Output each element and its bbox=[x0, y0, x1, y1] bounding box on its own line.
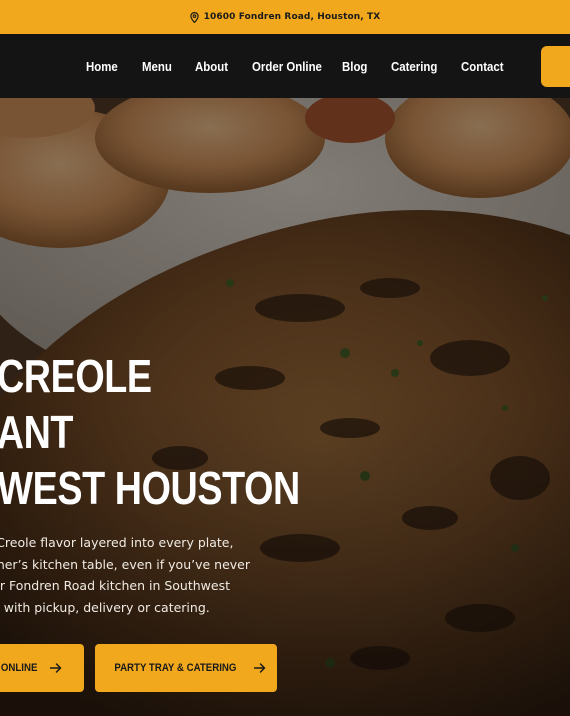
nav-contact[interactable]: Contact bbox=[461, 59, 504, 75]
hero-headline-line-1: CREOLE bbox=[0, 350, 152, 402]
hero-description: d Creole flavor layered into every plate… bbox=[0, 532, 250, 618]
party-tray-catering-button-label: PARTY TRAY & CATERING bbox=[114, 662, 237, 674]
nav-home[interactable]: Home bbox=[86, 59, 118, 75]
hero-description-line: our Fondren Road kitchen in Southwest bbox=[0, 578, 231, 593]
address-link[interactable]: 10600 Fondren Road, Houston, TX bbox=[189, 11, 381, 23]
arrow-right-icon bbox=[50, 663, 62, 673]
address-text: 10600 Fondren Road, Houston, TX bbox=[203, 12, 381, 22]
hero-headline-line-2: ANT bbox=[0, 406, 73, 458]
nav-menu-link[interactable]: Menu bbox=[142, 59, 172, 75]
hero-description-line: d Creole flavor layered into every plate… bbox=[0, 535, 234, 550]
order-online-button-label: R ONLINE bbox=[0, 662, 38, 674]
hero-description-line: other’s kitchen table, even if you’ve ne… bbox=[0, 556, 250, 572]
nav-cta-button[interactable] bbox=[541, 46, 570, 87]
nav-blog[interactable]: Blog bbox=[342, 59, 367, 75]
page: 10600 Fondren Road, Houston, TX Home Men… bbox=[0, 0, 570, 716]
hero-dark-overlay bbox=[0, 98, 570, 716]
map-pin-icon bbox=[189, 11, 199, 23]
party-tray-catering-button[interactable]: PARTY TRAY & CATERING bbox=[95, 644, 277, 692]
nav-about[interactable]: About bbox=[195, 59, 228, 75]
order-online-button[interactable]: R ONLINE bbox=[0, 644, 84, 692]
hero-description-line: ou with pickup, delivery or catering. bbox=[0, 599, 210, 615]
top-announcement-bar: 10600 Fondren Road, Houston, TX bbox=[0, 0, 570, 34]
hero-headline-line-3: WEST HOUSTON bbox=[0, 462, 300, 514]
main-navigation: Home Menu About Order Online Blog Cateri… bbox=[0, 34, 570, 98]
nav-order-online[interactable]: Order Online bbox=[252, 59, 322, 75]
nav-catering[interactable]: Catering bbox=[391, 59, 437, 75]
nav-menu: Home Menu About Order Online Blog Cateri… bbox=[0, 34, 570, 98]
arrow-right-icon bbox=[253, 663, 266, 673]
hero-section: CREOLE ANT WEST HOUSTON d Creole flavor … bbox=[0, 98, 570, 716]
